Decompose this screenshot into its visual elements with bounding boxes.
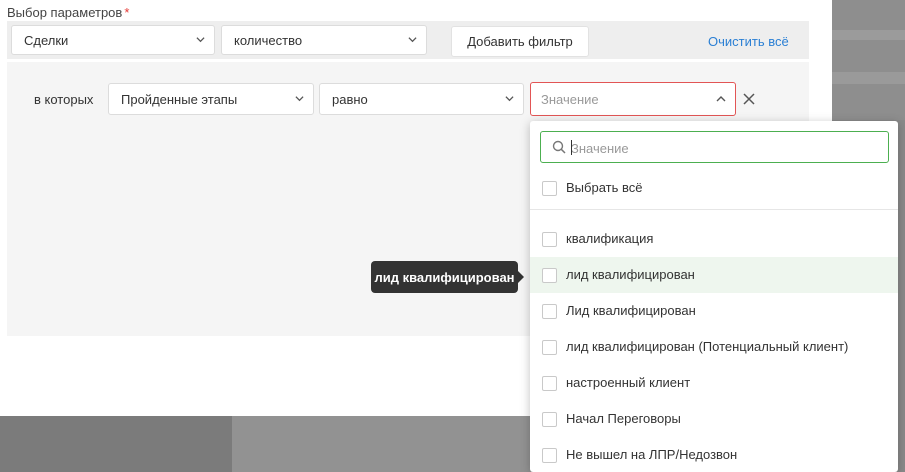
entity-select[interactable]: Сделки xyxy=(11,25,215,55)
required-mark: * xyxy=(124,5,130,20)
filter-bar: Сделки количество Добавить фильтр Очисти… xyxy=(7,21,809,59)
checkbox[interactable] xyxy=(542,376,557,391)
divider xyxy=(530,209,898,210)
search-icon xyxy=(552,140,566,154)
section-title-text: Выбор параметров xyxy=(7,5,123,20)
field-select[interactable]: Пройденные этапы xyxy=(108,83,314,115)
list-item[interactable]: лид квалифицирован xyxy=(530,257,898,293)
chevron-down-icon xyxy=(505,96,514,102)
backdrop-stripe xyxy=(832,72,905,84)
chevron-down-icon xyxy=(295,96,304,102)
search-placeholder: Значение xyxy=(571,141,629,156)
list-item[interactable]: Начал Переговоры xyxy=(530,401,898,437)
select-all-label: Выбрать всё xyxy=(566,180,643,195)
checkbox[interactable] xyxy=(542,412,557,427)
checkbox[interactable] xyxy=(542,232,557,247)
option-label: Лид квалифицирован xyxy=(566,303,696,318)
backdrop-bottom xyxy=(232,416,532,472)
checkbox[interactable] xyxy=(542,340,557,355)
text-caret xyxy=(571,140,572,155)
chevron-down-icon xyxy=(408,37,417,43)
option-label: квалификация xyxy=(566,231,654,246)
list-item[interactable]: Не вышел на ЛПР/Недозвон xyxy=(530,437,898,472)
dropdown-search-input[interactable]: Значение xyxy=(540,131,889,163)
option-label: лид квалифицирован (Потенциальный клиент… xyxy=(566,339,849,354)
condition-label: в которых xyxy=(34,92,94,107)
close-icon[interactable] xyxy=(742,92,756,106)
option-label: Не вышел на ЛПР/Недозвон xyxy=(566,447,738,462)
checkbox[interactable] xyxy=(542,181,557,196)
clear-all-link[interactable]: Очистить всё xyxy=(708,34,789,49)
field-select-value: Пройденные этапы xyxy=(121,91,238,107)
option-label: лид квалифицирован xyxy=(566,267,695,282)
value-dropdown: Значение Выбрать всё квалификация лид кв… xyxy=(530,121,898,472)
checkbox[interactable] xyxy=(542,304,557,319)
section-title: Выбор параметров * xyxy=(7,5,129,20)
chevron-down-icon xyxy=(196,37,205,43)
backdrop-right xyxy=(832,0,905,120)
metric-select-value: количество xyxy=(234,32,303,48)
list-item[interactable]: Лид квалифицирован xyxy=(530,293,898,329)
tooltip: лид квалифицирован xyxy=(371,261,524,293)
entity-select-value: Сделки xyxy=(24,32,69,48)
add-filter-button[interactable]: Добавить фильтр xyxy=(451,26,589,57)
operator-select[interactable]: равно xyxy=(319,83,524,115)
list-item[interactable]: лид квалифицирован (Потенциальный клиент… xyxy=(530,329,898,365)
list-item[interactable]: настроенный клиент xyxy=(530,365,898,401)
option-label: настроенный клиент xyxy=(566,375,691,390)
value-select[interactable]: Значение xyxy=(530,82,736,116)
chevron-up-icon xyxy=(716,96,726,102)
value-select-placeholder: Значение xyxy=(541,91,599,107)
operator-select-value: равно xyxy=(332,91,368,107)
checkbox[interactable] xyxy=(542,268,557,283)
metric-select[interactable]: количество xyxy=(221,25,427,55)
checkbox[interactable] xyxy=(542,448,557,463)
backdrop-stripe xyxy=(832,30,905,40)
list-item[interactable]: квалификация xyxy=(530,221,898,257)
select-all-option[interactable]: Выбрать всё xyxy=(530,170,898,206)
option-label: Начал Переговоры xyxy=(566,411,681,426)
backdrop-bottom-left xyxy=(0,416,232,472)
